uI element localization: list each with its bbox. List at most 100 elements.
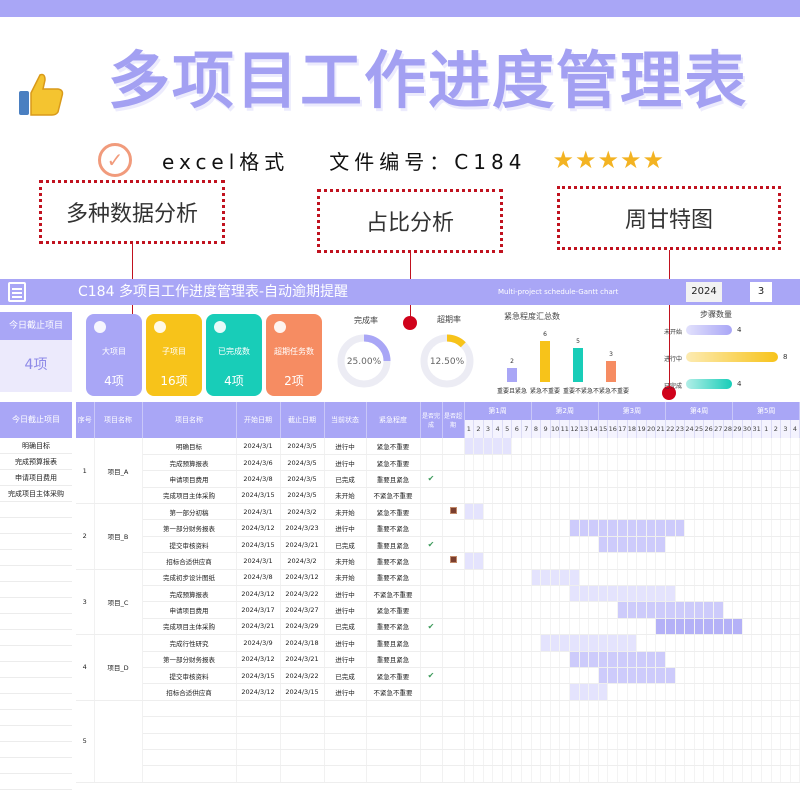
gantt-cell: [732, 585, 743, 603]
table-row[interactable]: 5: [76, 700, 800, 783]
table-row[interactable]: 完成预算报表 2024/3/12 2024/3/22 进行中 不紧急不重要: [76, 585, 800, 603]
gantt-cell: [665, 536, 676, 554]
table-row[interactable]: 申请项目费用 2024/3/17 2024/3/27 进行中 紧急不重要: [76, 601, 800, 619]
task-name: [142, 749, 237, 767]
month-input[interactable]: 3: [750, 282, 772, 302]
overdue-cell: [442, 700, 465, 718]
end-date: 2024/3/5: [280, 454, 325, 472]
day-header: 26: [703, 420, 714, 438]
table-row[interactable]: [76, 765, 800, 783]
gantt-cell: [607, 487, 618, 505]
gantt-cell: [569, 487, 580, 505]
today-due-item[interactable]: 申请项目费用: [0, 470, 72, 486]
table-row[interactable]: [76, 716, 800, 734]
column-header: 开始日期: [236, 402, 281, 438]
gantt-cell: [655, 733, 666, 750]
gantt-cell: [569, 503, 580, 521]
table-row[interactable]: 1 项目_A 明确目标 2024/3/1 2024/3/5 进行中 紧急不重要: [76, 438, 800, 505]
table-row[interactable]: 申请项目费用 2024/3/8 2024/3/5 已完成 重要且紧急 ✔: [76, 470, 800, 488]
gantt-cell: [550, 438, 561, 455]
gantt-cell: [636, 454, 647, 472]
table-row[interactable]: 完成项目主体采购 2024/3/21 2024/3/29 已完成 重要不紧急 ✔: [76, 618, 800, 636]
table-row[interactable]: 2 项目_B 第一部分初稿 2024/3/1 2024/3/2 未开始 紧急不重要: [76, 503, 800, 570]
kpi-value: 4项: [224, 374, 244, 388]
table-row[interactable]: 招标合适供应商 2024/3/12 2024/3/15 进行中 不紧急不重要: [76, 683, 800, 701]
file-number: 文件编号：C184: [329, 149, 527, 174]
gantt-cell: [483, 454, 494, 472]
gantt-cell: [531, 618, 542, 636]
step-bar-value: 8: [783, 353, 788, 361]
gantt-cell: [694, 470, 705, 488]
table-row[interactable]: 第一部分财务报表 2024/3/12 2024/3/21 进行中 重要且紧急: [76, 651, 800, 668]
gantt-cell: [742, 487, 753, 505]
day-header: 24: [684, 420, 695, 438]
table-row[interactable]: 4 项目_D 完成行性研究 2024/3/9 2024/3/18 进行中 重要且紧急: [76, 634, 800, 701]
gantt-cell: [694, 536, 705, 554]
table-row[interactable]: [76, 733, 800, 750]
gantt-cell: [598, 618, 609, 636]
gantt-cell: [617, 700, 628, 718]
today-due-item[interactable]: 完成预算报表: [0, 454, 72, 470]
table-row[interactable]: 第一部分财务报表 2024/3/12 2024/3/23 进行中 重要不紧急: [76, 519, 800, 537]
gantt-cell: [751, 503, 762, 521]
gantt-cell: [780, 716, 791, 734]
gantt-cell: [627, 667, 638, 685]
gantt-cell: [761, 733, 772, 750]
gantt-cell: [569, 536, 580, 554]
gantt-cell: [790, 765, 800, 783]
gantt-cell: [636, 503, 647, 521]
gantt-cell: [598, 601, 609, 619]
gantt-cell: [732, 634, 743, 652]
gantt-cell: [780, 470, 791, 488]
table-row[interactable]: [76, 749, 800, 767]
day-header: 3: [780, 420, 791, 438]
gantt-cell: [732, 601, 743, 619]
today-due-item[interactable]: 完成项目主体采购: [0, 486, 72, 502]
empty-row: [0, 710, 72, 726]
week-header: 第4周: [665, 402, 734, 420]
gantt-cell: [588, 733, 599, 750]
table-row[interactable]: 3 项目_C 完成初步设计图纸 2024/3/8 2024/3/12 未开始 重要不紧急: [76, 569, 800, 636]
gantt-cell: [607, 454, 618, 472]
gantt-cell: [636, 651, 647, 668]
gantt-cell: [579, 749, 590, 767]
gantt-cell: [579, 569, 590, 587]
table-row[interactable]: 招标合适供应商 2024/3/1 2024/3/2 未开始 重要不紧急: [76, 552, 800, 570]
gantt-cell: [473, 487, 484, 505]
gantt-cell: [598, 470, 609, 488]
gantt-cell: [761, 569, 772, 587]
gantt-cell: [521, 438, 532, 455]
gantt-cell: [694, 585, 705, 603]
gantt-cell: [665, 470, 676, 488]
gantt-cell: [703, 634, 714, 652]
gantt-cell: [723, 519, 734, 537]
group-number: 3: [76, 569, 95, 636]
table-row[interactable]: 提交审核资料 2024/3/15 2024/3/22 已完成 紧急不重要 ✔: [76, 667, 800, 685]
step-category: 已完成: [664, 383, 683, 390]
gantt-cell: [607, 700, 618, 718]
table-row[interactable]: 完成预算报表 2024/3/6 2024/3/5 进行中 紧急不重要: [76, 454, 800, 472]
gantt-cell: [464, 438, 475, 455]
week-header: 第1周: [464, 402, 532, 420]
gantt-cell: [771, 700, 782, 718]
gantt-cell: [665, 733, 676, 750]
gantt-cell: [492, 749, 503, 767]
today-due-item[interactable]: 明确目标: [0, 438, 72, 454]
gantt-cell: [464, 700, 475, 718]
gantt-cell: [675, 683, 686, 701]
gantt-cell: [790, 470, 800, 488]
gantt-cell: [550, 667, 561, 685]
gantt-cell: [483, 634, 494, 652]
gantt-cell: [502, 470, 513, 488]
table-row[interactable]: 完成项目主体采购 2024/3/15 2024/3/5 未开始 不紧急不重要: [76, 487, 800, 505]
table-row[interactable]: 提交审核资料 2024/3/15 2024/3/21 已完成 重要且紧急 ✔: [76, 536, 800, 554]
end-date: [280, 716, 325, 734]
end-date: 2024/3/5: [280, 470, 325, 488]
gantt-cell: [713, 700, 724, 718]
year-input[interactable]: 2024: [686, 282, 722, 302]
status-cell: 进行中: [324, 519, 367, 537]
gantt-cell: [559, 536, 571, 554]
gantt-cell: [703, 733, 714, 750]
gantt-cell: [646, 454, 657, 472]
gantt-cell: [627, 749, 638, 767]
